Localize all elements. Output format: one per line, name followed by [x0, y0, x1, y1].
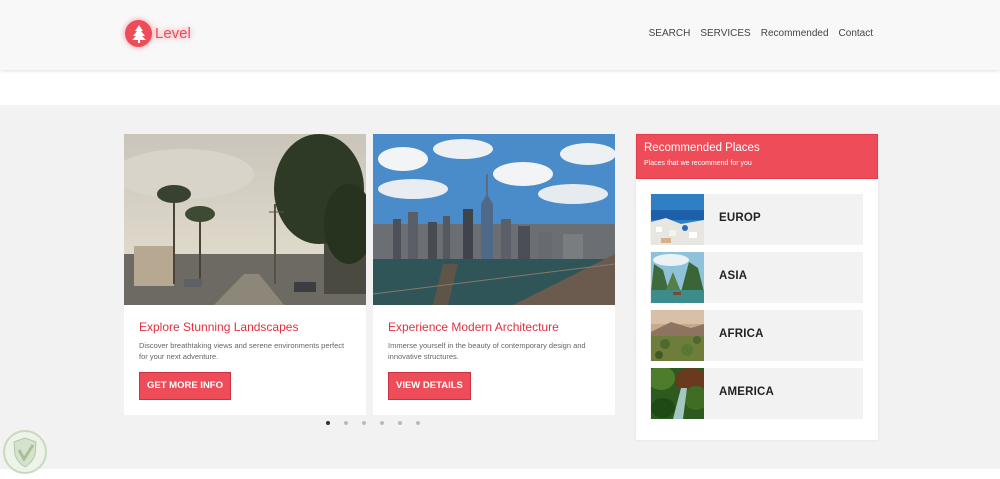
- nav-search[interactable]: SEARCH: [649, 28, 691, 39]
- nav-recommended[interactable]: Recommended: [761, 28, 829, 39]
- get-more-info-button[interactable]: GET MORE INFO: [139, 372, 231, 400]
- feature-card: Experience Modern Architecture Immerse y…: [373, 134, 615, 415]
- jungle-waterfall-photo: [651, 368, 704, 419]
- nav-contact[interactable]: Contact: [839, 28, 873, 39]
- carousel-dots: [326, 421, 420, 425]
- place-item-asia[interactable]: ASIA: [650, 252, 863, 303]
- logo[interactable]: Level: [125, 20, 191, 47]
- site-header: Level SEARCH SERVICES Recommended Contac…: [0, 0, 1000, 70]
- carousel-dot[interactable]: [344, 421, 348, 425]
- place-item-africa[interactable]: AFRICA: [650, 310, 863, 361]
- savanna-photo: [651, 310, 704, 361]
- card-description: Immerse yourself in the beauty of contem…: [388, 341, 586, 361]
- recommended-places-panel: Recommended Places Places that we recomm…: [636, 134, 878, 440]
- place-item-europe[interactable]: EUROP: [650, 194, 863, 245]
- panel-subtitle: Places that we recommend for you: [644, 160, 752, 167]
- panel-header: Recommended Places Places that we recomm…: [636, 134, 878, 179]
- view-details-button[interactable]: VIEW DETAILS: [388, 372, 471, 400]
- carousel-dot[interactable]: [416, 421, 420, 425]
- palm-street-photo: [124, 134, 366, 305]
- halong-bay-photo: [651, 252, 704, 303]
- carousel-dot[interactable]: [362, 421, 366, 425]
- nav-services[interactable]: SERVICES: [700, 28, 750, 39]
- panel-title: Recommended Places: [644, 142, 760, 154]
- logo-text: Level: [155, 25, 191, 42]
- place-label: AFRICA: [719, 328, 764, 340]
- carousel-dot[interactable]: [380, 421, 384, 425]
- card-title: Experience Modern Architecture: [388, 320, 559, 334]
- main-nav: SEARCH SERVICES Recommended Contact: [649, 28, 873, 39]
- feature-card: Explore Stunning Landscapes Discover bre…: [124, 134, 366, 415]
- card-title: Explore Stunning Landscapes: [139, 320, 299, 334]
- card-description: Discover breathtaking views and serene e…: [139, 341, 345, 361]
- pine-tree-icon: [125, 20, 152, 47]
- place-label: ASIA: [719, 270, 748, 282]
- place-label: AMERICA: [719, 386, 775, 398]
- place-label: EUROP: [719, 212, 761, 224]
- santorini-photo: [651, 194, 704, 245]
- city-skyline-photo: [373, 134, 615, 305]
- carousel-dot[interactable]: [398, 421, 402, 425]
- carousel-dot[interactable]: [326, 421, 330, 425]
- place-item-america[interactable]: AMERICA: [650, 368, 863, 419]
- shield-watermark-icon: [3, 430, 47, 474]
